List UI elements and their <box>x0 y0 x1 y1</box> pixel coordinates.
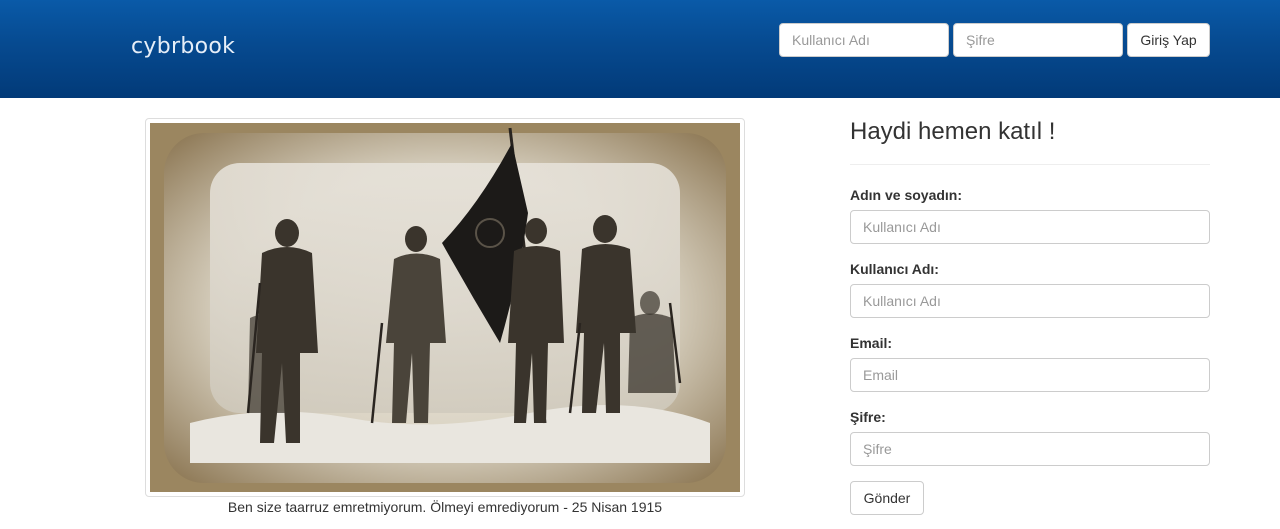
email-input[interactable] <box>850 358 1210 392</box>
brand-logo[interactable]: cybrbook <box>131 34 235 59</box>
top-navbar: cybrbook Giriş Yap <box>0 0 1280 98</box>
fullname-input[interactable] <box>850 210 1210 244</box>
photo-thumbnail <box>145 118 745 497</box>
signup-form: Haydi hemen katıl ! Adın ve soyadın: Kul… <box>850 115 1210 515</box>
username-input[interactable] <box>850 284 1210 318</box>
submit-button[interactable]: Gönder <box>850 481 924 515</box>
divider <box>850 164 1210 165</box>
password-input[interactable] <box>850 432 1210 466</box>
photo-caption: Ben size taarruz emretmiyorum. Ölmeyi em… <box>227 499 663 515</box>
login-password-input[interactable] <box>953 23 1123 57</box>
signup-title: Haydi hemen katıl ! <box>850 118 1056 145</box>
login-button[interactable]: Giriş Yap <box>1127 23 1210 57</box>
historical-photo <box>150 123 740 492</box>
username-label: Kullanıcı Adı: <box>850 261 939 277</box>
email-label: Email: <box>850 335 893 351</box>
login-username-input[interactable] <box>779 23 949 57</box>
password-label: Şifre: <box>850 409 886 425</box>
fullname-label: Adın ve soyadın: <box>850 187 963 203</box>
